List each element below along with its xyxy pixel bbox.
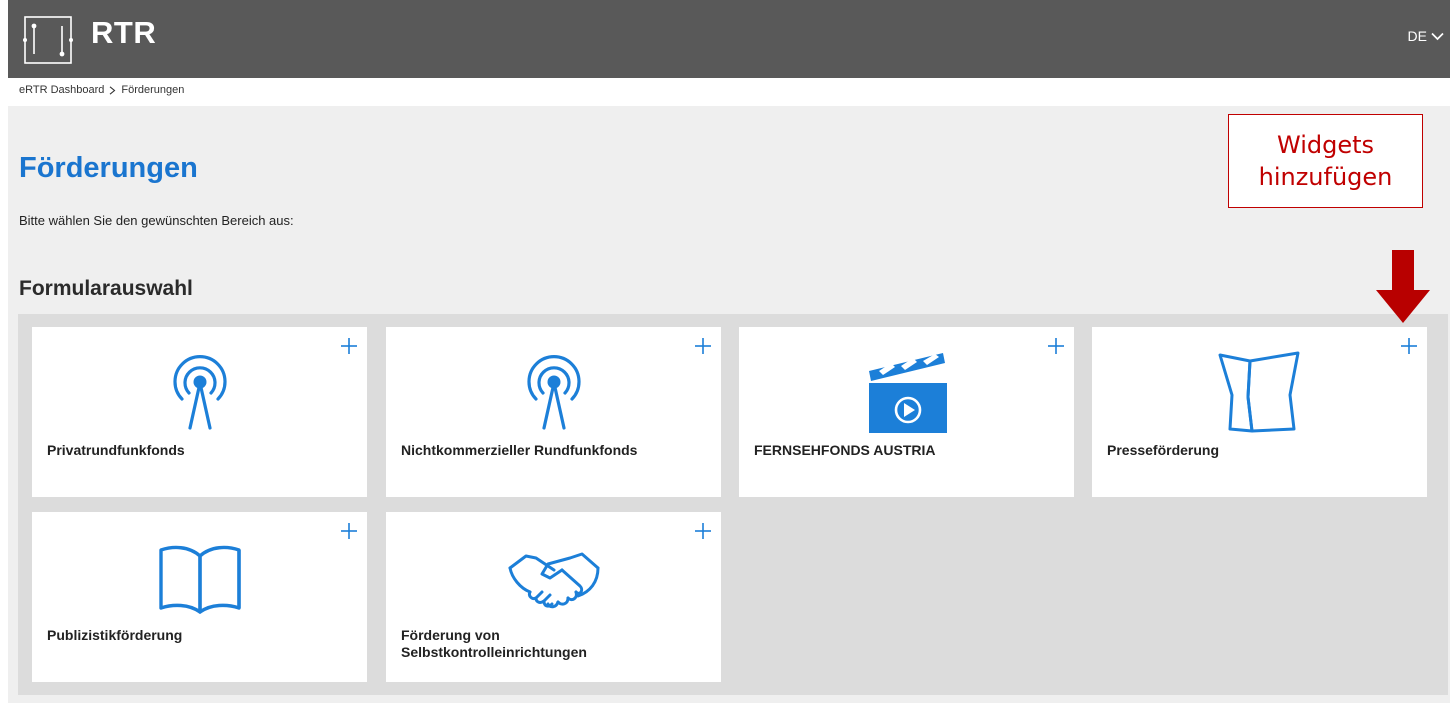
tile-label: Privatrundfunkfonds <box>47 442 185 458</box>
widget-grid: Privatrundfunkfonds Nichtkommerzieller R… <box>18 314 1448 695</box>
add-widget-icon[interactable] <box>1046 336 1066 356</box>
annotation-text: Widgets hinzufügen <box>1229 129 1422 193</box>
tile-forderung-selbstkontrolleinrichtungen[interactable]: Förderung von Selbstkontrolleinrichtunge… <box>386 512 721 682</box>
add-widget-icon[interactable] <box>693 336 713 356</box>
antenna-icon <box>172 355 227 430</box>
rtr-logo-icon[interactable] <box>20 12 76 68</box>
handshake-icon <box>508 552 599 609</box>
tile-presseforderung[interactable]: Presseförderung <box>1092 327 1427 497</box>
tile-label: FERNSEHFONDS AUSTRIA <box>754 442 936 458</box>
breadcrumb-current: Förderungen <box>121 84 185 96</box>
annotation-arrow-down-icon <box>1376 250 1430 323</box>
breadcrumb: eRTR Dashboard Förderungen <box>19 84 184 96</box>
logo-text[interactable]: RTR <box>91 15 156 51</box>
tile-label: Nichtkommerzieller Rundfunkfonds <box>401 442 638 458</box>
clapperboard-icon <box>868 353 947 433</box>
add-widget-icon[interactable] <box>1399 336 1419 356</box>
breadcrumb-dashboard-link[interactable]: eRTR Dashboard <box>19 84 104 96</box>
add-widget-icon[interactable] <box>339 521 359 541</box>
tile-label: Förderung von Selbstkontrolleinrichtunge… <box>401 627 587 660</box>
tile-nichtkommerzieller-rundfunkfonds[interactable]: Nichtkommerzieller Rundfunkfonds <box>386 327 721 497</box>
open-book-icon <box>158 545 241 614</box>
tile-label: Publizistikförderung <box>47 627 183 643</box>
annotation-line-2: hinzufügen <box>1258 163 1393 191</box>
language-selector[interactable]: DE <box>1408 28 1444 44</box>
tile-publizistikforderung[interactable]: Publizistikförderung <box>32 512 367 682</box>
annotation-line-1: Widgets <box>1276 131 1375 159</box>
newspaper-icon <box>1218 351 1299 433</box>
antenna-icon <box>526 355 581 430</box>
annotation-callout: Widgets hinzufügen <box>1228 114 1423 208</box>
tile-label: Presseförderung <box>1107 442 1220 458</box>
section-title: Formularauswahl <box>19 277 193 300</box>
tile-fernsehfonds-austria[interactable]: FERNSEHFONDS AUSTRIA <box>739 327 1074 497</box>
tile-privatrundfunkfonds[interactable]: Privatrundfunkfonds <box>32 327 367 497</box>
intro-text: Bitte wählen Sie den gewünschten Bereich… <box>19 213 294 228</box>
add-widget-icon[interactable] <box>693 521 713 541</box>
add-widget-icon[interactable] <box>339 336 359 356</box>
top-header: RTR DE <box>8 0 1450 78</box>
page-title: Förderungen <box>19 152 198 184</box>
chevron-right-icon <box>110 85 116 95</box>
language-label: DE <box>1407 28 1427 44</box>
chevron-down-icon <box>1431 32 1444 40</box>
